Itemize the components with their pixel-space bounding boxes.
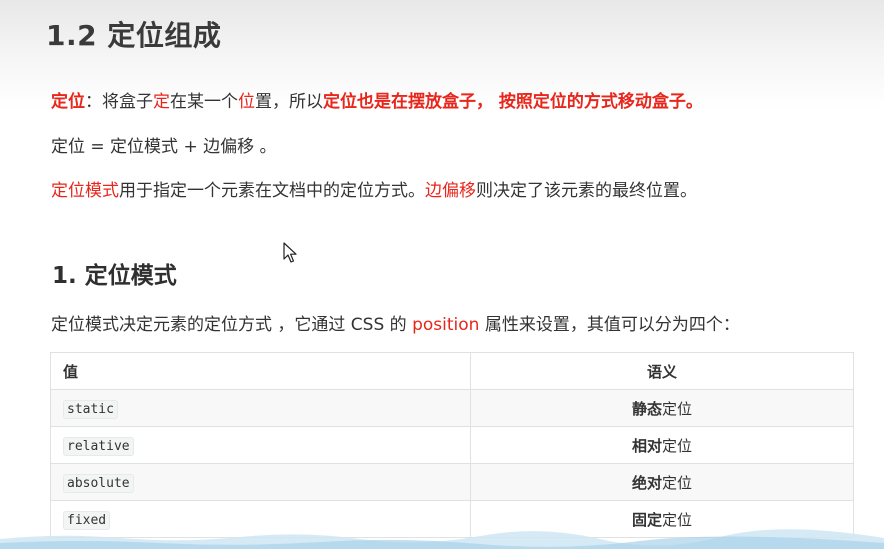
value-code: relative (63, 437, 134, 456)
value-code: absolute (63, 474, 134, 493)
meaning-strong: 相对 (631, 436, 662, 455)
table-header-row: 值 语义 (50, 352, 854, 390)
meaning-cell: 静态定位 (470, 389, 854, 427)
desc-text-before: 定位模式决定元素的定位方式 ，它通过 CSS 的 (51, 315, 413, 335)
value-cell: static (50, 389, 471, 427)
explain-paragraph: 定位模式用于指定一个元素在文档中的定位方式。边偏移则决定了该元素的最终位置。 (51, 176, 697, 201)
value-cell: absolute (50, 463, 471, 501)
desc-text-after: 属性来设置，其值可以分为四个： (479, 315, 740, 335)
table-row: relative 相对定位 (50, 426, 854, 464)
intro-text-2: 在某一个 (170, 92, 238, 112)
intro-term: 定位 (51, 92, 85, 112)
explain-text-1: 用于指定一个元素在文档中的定位方式。 (119, 181, 425, 201)
mouse-pointer-icon (283, 242, 297, 263)
meaning-cell: 绝对定位 (470, 463, 854, 501)
meaning-strong: 静态 (631, 399, 662, 418)
page-title: 1.2 定位组成 (46, 19, 222, 52)
meaning-rest: 定位 (662, 436, 693, 455)
value-code: static (63, 400, 118, 419)
intro-highlight-wei: 位 (238, 92, 255, 112)
header-meaning: 语义 (470, 352, 854, 390)
position-modes-table: 值 语义 static 静态定位 relative 相对定位 absolute … (50, 352, 854, 538)
meaning-strong: 绝对 (631, 473, 662, 492)
meaning-rest: 定位 (662, 399, 693, 418)
explain-mode-term: 定位模式 (51, 181, 119, 201)
explain-text-2: 则决定了该元素的最终位置。 (476, 181, 697, 201)
header-value: 值 (50, 352, 471, 390)
intro-paragraph: 定位：将盒子定在某一个位置，所以定位也是在摆放盒子， 按照定位的方式移动盒子。 (51, 87, 703, 112)
desc-keyword: position (412, 315, 480, 335)
decorative-water-wave (0, 529, 884, 549)
intro-text-3: 置，所以 (255, 92, 323, 112)
meaning-rest: 定位 (662, 473, 693, 492)
meaning-rest: 定位 (662, 510, 693, 529)
formula-paragraph: 定位 = 定位模式 + 边偏移 。 (51, 137, 277, 157)
table-row: static 静态定位 (50, 389, 854, 427)
intro-highlight-ding: 定 (153, 92, 170, 112)
table-row: absolute 绝对定位 (50, 463, 854, 501)
section-heading: 1. 定位模式 (52, 263, 177, 289)
intro-emphasis: 定位也是在摆放盒子， 按照定位的方式移动盒子。 (323, 92, 703, 112)
meaning-cell: 相对定位 (470, 426, 854, 464)
meaning-strong: 固定 (631, 510, 662, 529)
intro-text-1: ：将盒子 (85, 92, 153, 112)
explain-offset-term: 边偏移 (425, 181, 476, 201)
section-description: 定位模式决定元素的定位方式 ，它通过 CSS 的 position 属性来设置，… (51, 310, 740, 335)
value-cell: relative (50, 426, 471, 464)
